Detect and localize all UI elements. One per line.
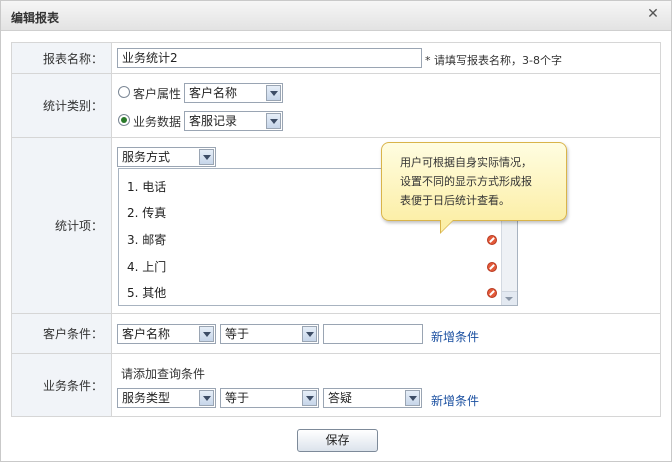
customer-attribute-label: 客户属性	[133, 87, 182, 101]
business-condition-operator-select[interactable]: 等于	[220, 388, 319, 408]
tooltip-tail-fill	[441, 220, 453, 232]
list-item-label: 3. 邮寄	[127, 233, 167, 247]
dialog-titlebar: 编辑报表 ✕	[1, 1, 671, 31]
business-data-select[interactable]: 客服记录	[184, 111, 283, 131]
delete-icon[interactable]	[487, 235, 497, 245]
chevron-down-icon	[266, 113, 281, 129]
add-customer-condition-link[interactable]: 新增条件	[431, 328, 479, 345]
customer-condition-operator-value: 等于	[225, 327, 250, 341]
business-condition-prompt: 请添加查询条件	[121, 367, 206, 381]
tooltip-line: 设置不同的显示方式形成报	[400, 175, 532, 188]
business-data-select-value: 客服记录	[189, 114, 238, 128]
chevron-down-icon	[199, 326, 214, 342]
service-method-select[interactable]: 服务方式	[117, 147, 216, 167]
stat-items-label: 统计项：	[12, 138, 112, 313]
stat-category-value-cell: 客户属性 客户名称 业务数据 客服记录	[113, 74, 660, 137]
help-tooltip: 用户可根据自身实际情况， 设置不同的显示方式形成报 表便于日后统计查看。	[381, 142, 567, 234]
chevron-down-icon	[405, 390, 420, 406]
add-business-condition-link[interactable]: 新增条件	[431, 392, 479, 409]
chevron-down-icon	[199, 390, 214, 406]
business-condition-value-text: 答疑	[328, 391, 353, 405]
customer-condition-field-select[interactable]: 客户名称	[117, 324, 216, 344]
service-method-select-value: 服务方式	[122, 150, 171, 164]
business-condition-field-select[interactable]: 服务类型	[117, 388, 216, 408]
customer-attribute-radio[interactable]	[118, 86, 130, 98]
customer-condition-value-cell: 客户名称 等于 新增条件	[113, 314, 660, 353]
customer-condition-label: 客户条件：	[12, 314, 112, 353]
delete-icon[interactable]	[487, 288, 497, 298]
customer-condition-row: 客户条件： 客户名称 等于 新增条件	[11, 313, 661, 354]
list-item[interactable]: 4. 上门	[127, 257, 497, 277]
report-name-value-cell: 业务统计2 * 请填写报表名称，3-8个字	[113, 43, 660, 73]
report-name-row: 报表名称： 业务统计2 * 请填写报表名称，3-8个字	[11, 42, 661, 74]
customer-condition-value-input[interactable]	[323, 324, 423, 344]
chevron-down-icon	[302, 326, 317, 342]
customer-attribute-select-value: 客户名称	[189, 86, 238, 100]
business-condition-value-select[interactable]: 答疑	[323, 388, 422, 408]
edit-report-dialog: 编辑报表 ✕ 报表名称： 业务统计2 * 请填写报表名称，3-8个字 统计类别：…	[0, 0, 672, 462]
customer-attribute-select[interactable]: 客户名称	[184, 83, 283, 103]
tooltip-line: 用户可根据自身实际情况，	[400, 156, 532, 169]
save-button[interactable]: 保存	[297, 429, 378, 452]
delete-icon[interactable]	[487, 262, 497, 272]
report-name-hint: * 请填写报表名称，3-8个字	[425, 54, 562, 67]
chevron-down-icon	[302, 390, 317, 406]
close-icon[interactable]: ✕	[645, 6, 661, 22]
list-item-label: 5. 其他	[127, 286, 167, 300]
business-condition-field-value: 服务类型	[122, 391, 171, 405]
tooltip-line: 表便于日后统计查看。	[400, 194, 510, 207]
stat-category-row: 统计类别： 客户属性 客户名称 业务数据 客服记录	[11, 73, 661, 138]
business-condition-operator-value: 等于	[225, 391, 250, 405]
report-name-input[interactable]: 业务统计2	[117, 48, 422, 68]
business-data-radio[interactable]	[118, 114, 130, 126]
report-name-label: 报表名称：	[12, 43, 112, 73]
scroll-down-icon[interactable]	[502, 291, 517, 305]
business-condition-value-cell: 请添加查询条件 服务类型 等于 答疑 新增条件	[113, 354, 660, 416]
list-item-label: 2. 传真	[127, 206, 167, 220]
list-item-label: 1. 电话	[127, 180, 167, 194]
chevron-down-icon	[199, 149, 214, 165]
business-data-label: 业务数据	[133, 115, 182, 129]
chevron-down-icon	[266, 85, 281, 101]
customer-condition-field-value: 客户名称	[122, 327, 171, 341]
business-condition-label: 业务条件：	[12, 354, 112, 416]
business-condition-row: 业务条件： 请添加查询条件 服务类型 等于 答疑 新增条件	[11, 353, 661, 417]
dialog-title: 编辑报表	[11, 11, 60, 25]
list-item-label: 4. 上门	[127, 260, 167, 274]
list-item[interactable]: 5. 其他	[127, 283, 497, 303]
stat-category-label: 统计类别：	[12, 74, 112, 137]
customer-condition-operator-select[interactable]: 等于	[220, 324, 319, 344]
